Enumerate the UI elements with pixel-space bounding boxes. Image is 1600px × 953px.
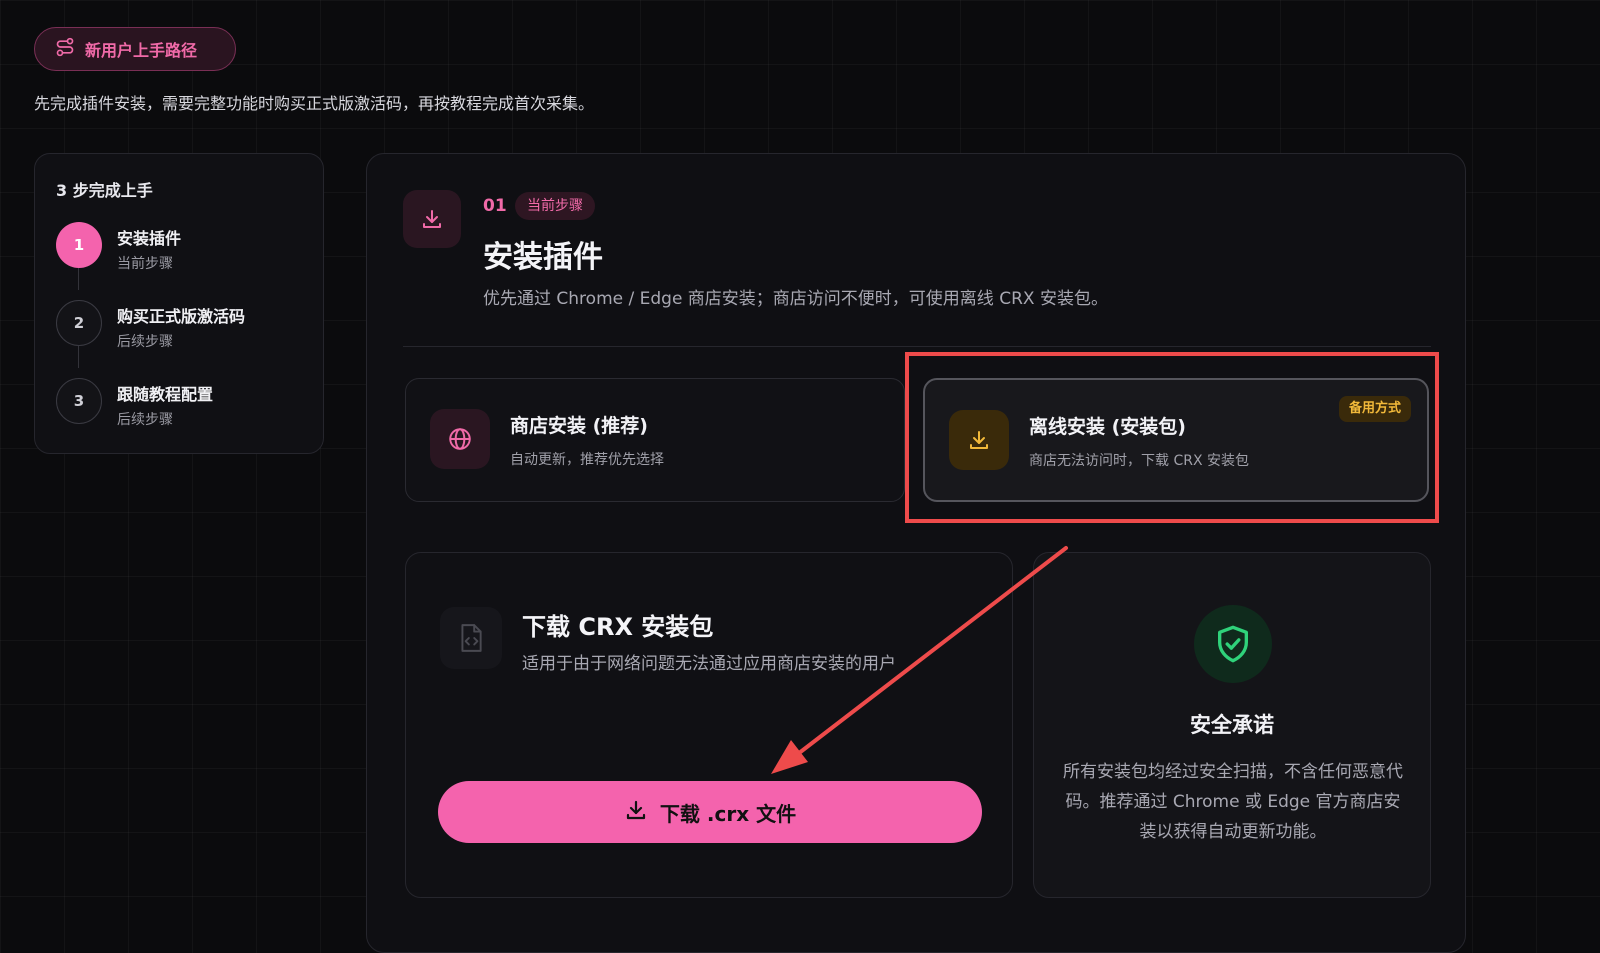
route-icon bbox=[55, 37, 75, 61]
step-number: 3 bbox=[56, 378, 102, 424]
download-icon bbox=[624, 798, 648, 827]
step-status: 后续步骤 bbox=[117, 412, 173, 428]
annotation-highlight-box bbox=[905, 352, 1439, 523]
step-item-configure[interactable]: 3 跟随教程配置 后续步骤 bbox=[56, 378, 296, 430]
store-install-option[interactable]: 商店安装 (推荐) 自动更新，推荐优先选择 bbox=[405, 378, 905, 502]
current-step-badge: 当前步骤 bbox=[515, 192, 595, 220]
option-title: 商店安装 (推荐) bbox=[510, 415, 648, 437]
download-title: 下载 CRX 安装包 bbox=[522, 613, 714, 641]
shield-check-icon bbox=[1194, 605, 1272, 683]
install-panel: 01 当前步骤 安装插件 优先通过 Chrome / Edge 商店安装；商店访… bbox=[366, 153, 1466, 953]
pill-label: 新用户上手路径 bbox=[85, 41, 198, 60]
step-number: 2 bbox=[56, 300, 102, 346]
step-number-label: 01 bbox=[483, 196, 507, 216]
step-status: 当前步骤 bbox=[117, 256, 173, 272]
download-crx-card: 下载 CRX 安装包 适用于由于网络问题无法通过应用商店安装的用户 下载 .cr… bbox=[405, 552, 1013, 898]
step-item-install[interactable]: 1 安装插件 当前步骤 bbox=[56, 222, 296, 274]
step-title: 购买正式版激活码 bbox=[117, 307, 246, 326]
step-status: 后续步骤 bbox=[117, 334, 173, 350]
step-number: 1 bbox=[56, 222, 102, 268]
download-crx-button[interactable]: 下载 .crx 文件 bbox=[438, 781, 982, 843]
security-text: 所有安装包均经过安全扫描，不含任何恶意代码。推荐通过 Chrome 或 Edge… bbox=[1063, 762, 1403, 842]
divider bbox=[403, 346, 1431, 347]
option-desc: 自动更新，推荐优先选择 bbox=[510, 452, 664, 468]
security-title: 安全承诺 bbox=[1190, 713, 1274, 737]
steps-card: 3 步完成上手 1 安装插件 当前步骤 2 购买正式版激活码 后续步骤 3 跟随… bbox=[34, 153, 324, 454]
step-title: 跟随教程配置 bbox=[117, 385, 214, 404]
globe-icon bbox=[430, 409, 490, 469]
file-code-icon bbox=[440, 607, 502, 669]
download-desc: 适用于由于网络问题无法通过应用商店安装的用户 bbox=[522, 654, 896, 674]
steps-title: 3 步完成上手 bbox=[56, 181, 153, 200]
download-button-label: 下载 .crx 文件 bbox=[659, 801, 797, 826]
page-description: 优先通过 Chrome / Edge 商店安装；商店访问不便时，可使用离线 CR… bbox=[483, 289, 1108, 309]
security-card: 安全承诺 所有安装包均经过安全扫描，不含任何恶意代码。推荐通过 Chrome 或… bbox=[1033, 552, 1431, 898]
onboarding-path-pill[interactable]: 新用户上手路径 bbox=[34, 27, 236, 71]
page-title: 安装插件 bbox=[483, 240, 603, 275]
intro-text: 先完成插件安装，需要完整功能时购买正式版激活码，再按教程完成首次采集。 bbox=[34, 94, 595, 113]
step-item-purchase[interactable]: 2 购买正式版激活码 后续步骤 bbox=[56, 300, 296, 352]
step-title: 安装插件 bbox=[117, 229, 182, 248]
download-icon bbox=[403, 190, 461, 248]
